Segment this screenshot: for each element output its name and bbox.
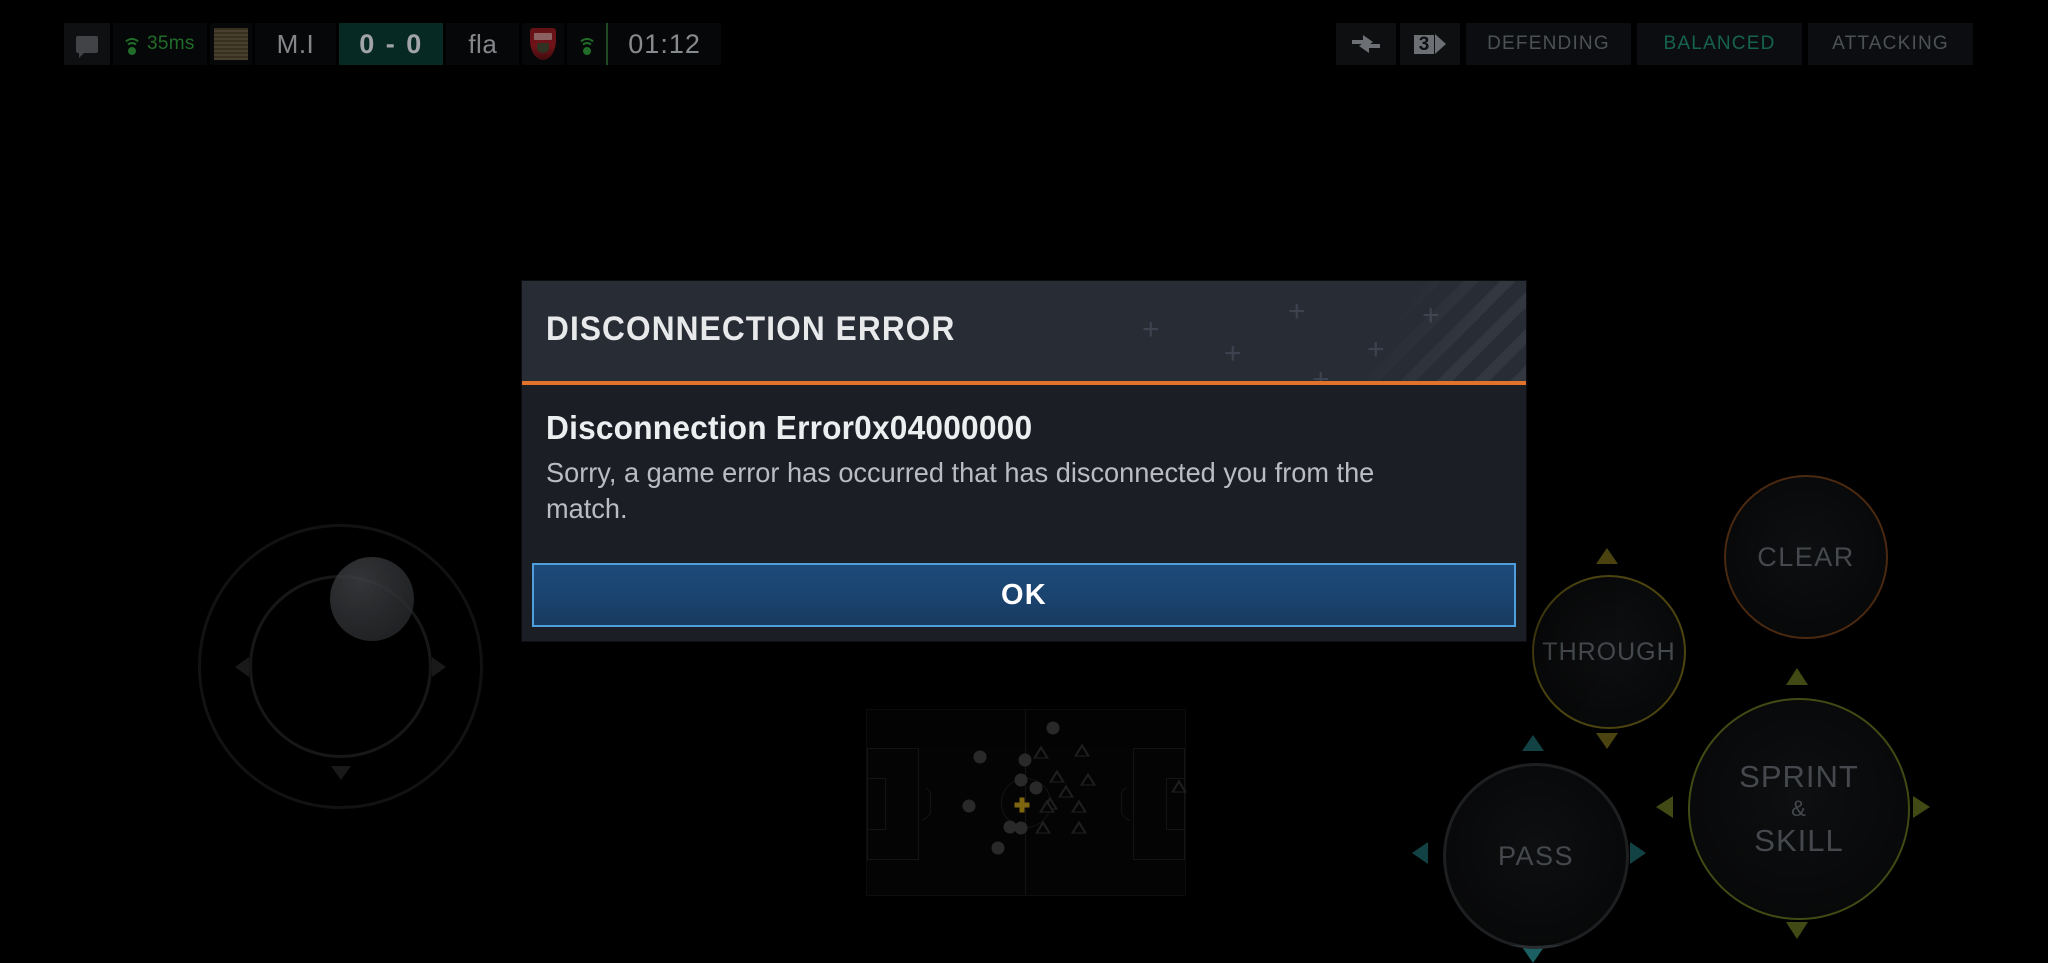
pass-arrow-down-icon xyxy=(1522,947,1544,963)
ok-button[interactable]: OK xyxy=(532,563,1516,628)
dialog-title: DISCONNECTION ERROR xyxy=(546,310,956,348)
dialog-footer: OK xyxy=(522,553,1526,642)
dialog-body: Disconnection Error0x04000000 Sorry, a g… xyxy=(522,385,1526,554)
decorative-stripes xyxy=(1346,281,1526,381)
decorative-plus-icon: + xyxy=(1142,313,1160,346)
decorative-plus-icon: + xyxy=(1224,337,1242,370)
decorative-plus-icon: + xyxy=(1288,295,1306,328)
decorative-plus-icon: + xyxy=(1312,363,1330,382)
dialog-header: DISCONNECTION ERROR + + + + + + xyxy=(522,281,1526,381)
dialog-message: Sorry, a game error has occurred that ha… xyxy=(546,457,1375,525)
disconnection-error-dialog: DISCONNECTION ERROR + + + + + + Disconne… xyxy=(522,281,1526,642)
dialog-error-code: Disconnection Error0x04000000 xyxy=(546,409,1033,446)
